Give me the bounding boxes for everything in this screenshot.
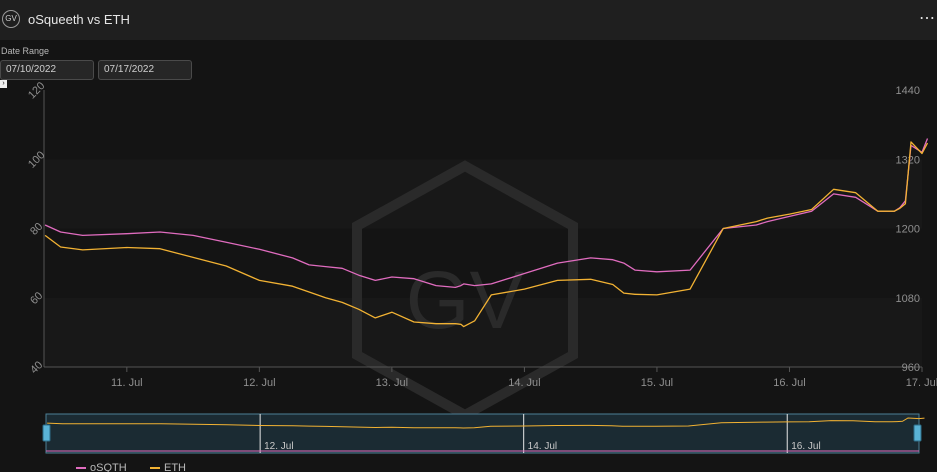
navigator-label: 12. Jul <box>264 441 293 452</box>
y-right-tick-label: 960 <box>902 362 920 374</box>
chart-legend: oSQTH ETH <box>76 462 186 472</box>
legend-item-osqth[interactable]: oSQTH <box>76 462 127 472</box>
chart-svg: GV 406080100120960108012001320144011. Ju… <box>26 80 937 472</box>
x-tick-label: 16. Jul <box>773 377 805 389</box>
navigator-left-handle[interactable] <box>42 424 51 442</box>
y-left-tick-label: 80 <box>28 221 45 238</box>
y-right-tick-label: 1080 <box>896 293 920 305</box>
navigator-window <box>45 413 920 454</box>
y-right-tick-label: 1320 <box>896 154 920 166</box>
legend-label: ETH <box>164 462 186 472</box>
navigator-right-handle[interactable] <box>913 424 922 442</box>
navigator-label: 16. Jul <box>791 441 820 452</box>
plot-band <box>44 90 922 160</box>
y-left-tick-label: 40 <box>28 359 45 376</box>
y-right-tick-label: 1440 <box>896 85 920 97</box>
range-navigator[interactable]: 12. Jul 14. Jul 16. Jul <box>42 413 925 454</box>
x-tick-label: 14. Jul <box>508 377 540 389</box>
x-tick-label: 17. Jul <box>906 377 937 389</box>
x-tick-label: 15. Jul <box>641 377 673 389</box>
plot-band <box>44 159 922 229</box>
x-tick-label: 12. Jul <box>243 377 275 389</box>
legend-label: oSQTH <box>90 462 127 472</box>
y-right-tick-label: 1200 <box>896 224 920 236</box>
x-tick-label: 13. Jul <box>376 377 408 389</box>
legend-item-eth[interactable]: ETH <box>150 462 186 472</box>
watermark-text: GV <box>406 255 525 346</box>
navigator-label: 14. Jul <box>528 441 557 452</box>
x-tick-label: 11. Jul <box>111 377 143 389</box>
y-left-tick-label: 60 <box>28 290 45 307</box>
